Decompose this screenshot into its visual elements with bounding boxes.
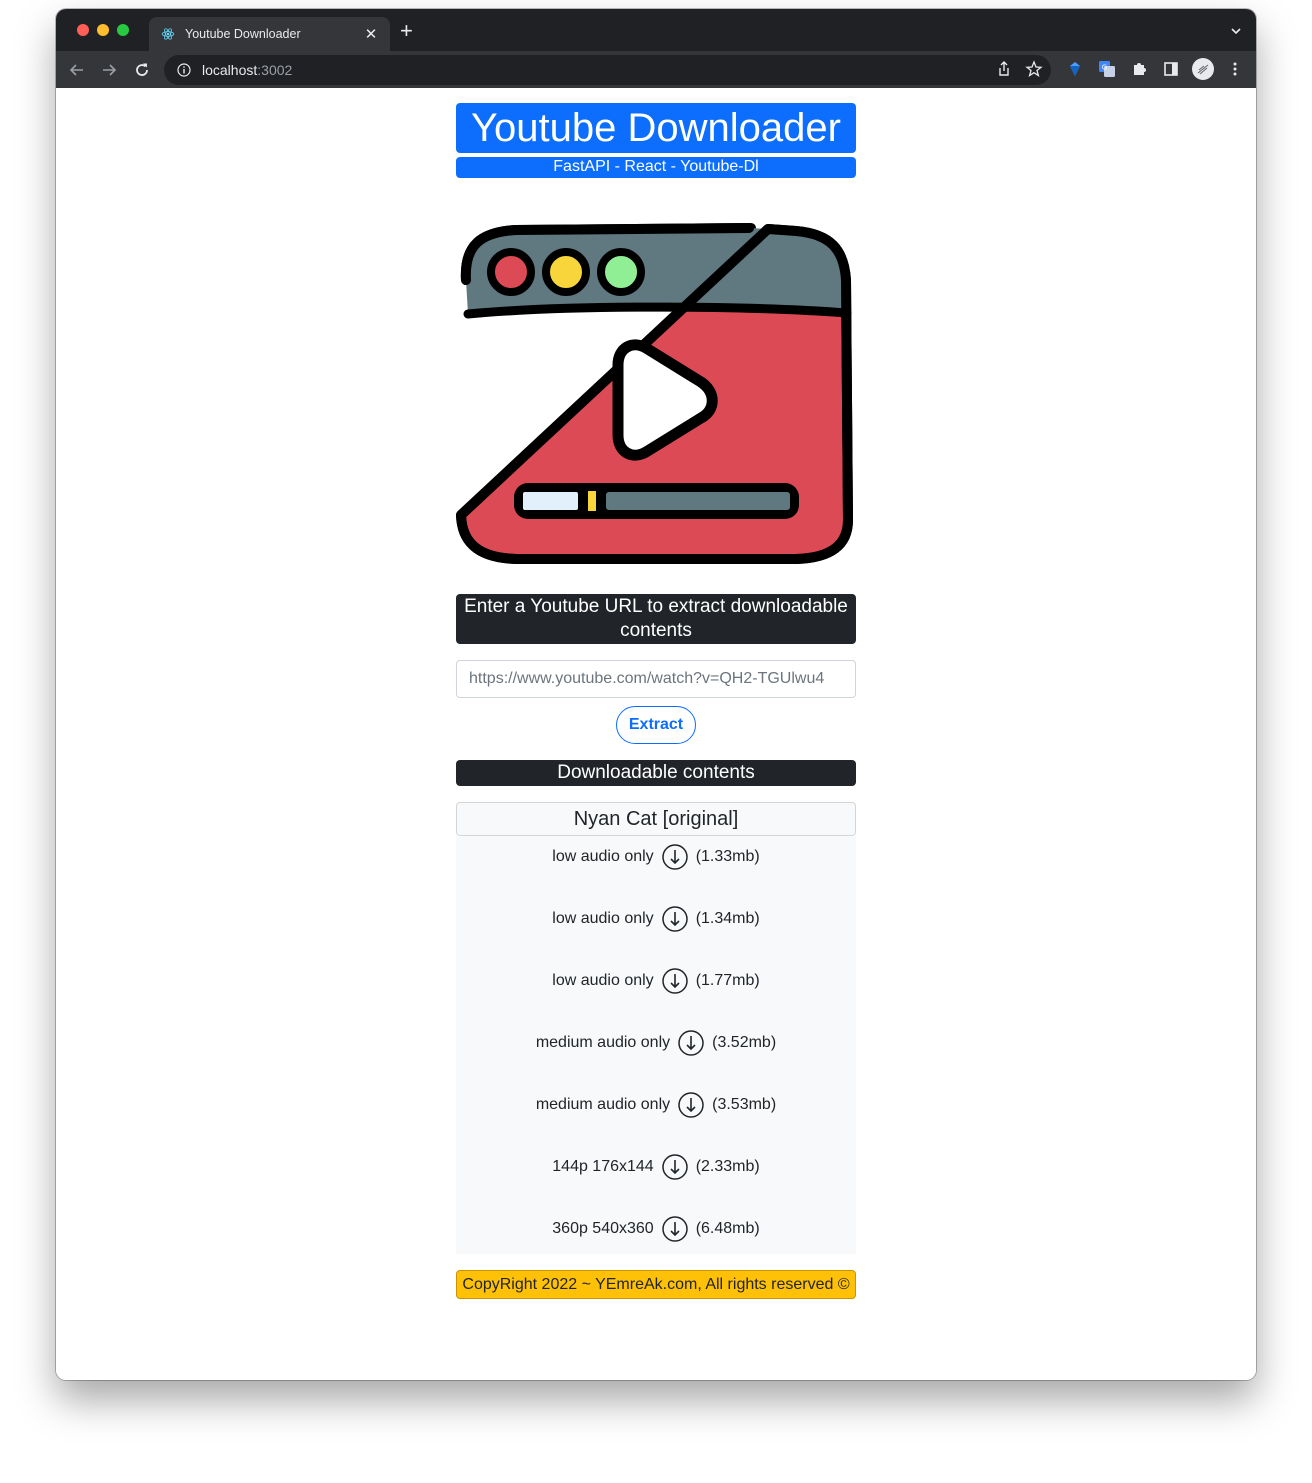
sidebar-icon[interactable] <box>1160 58 1182 80</box>
file-size: (2.33mb) <box>695 1158 760 1175</box>
page-subtitle: FastAPI - React - Youtube-Dl <box>456 157 856 178</box>
translate-icon[interactable]: G <box>1096 58 1118 80</box>
format-label: medium audio only <box>535 1096 671 1113</box>
file-size: (1.34mb) <box>695 910 760 927</box>
new-tab-button[interactable]: + <box>400 20 413 42</box>
forward-icon[interactable] <box>98 59 120 81</box>
info-icon[interactable] <box>176 62 192 78</box>
format-label: 144p 176x144 <box>552 1158 654 1175</box>
star-icon[interactable] <box>1025 60 1043 83</box>
video-title: Nyan Cat [original] <box>456 802 856 836</box>
extension-icon[interactable] <box>1064 58 1086 80</box>
download-list: low audio only (1.33mb) low audio only (… <box>456 836 856 1254</box>
menu-icon[interactable] <box>1224 58 1246 80</box>
browser-window: Youtube Downloader ✕ + localhost:3002 G … <box>56 9 1256 1380</box>
tab-title: Youtube Downloader <box>185 27 301 41</box>
file-size: (3.52mb) <box>712 1034 777 1051</box>
downloads-header: Downloadable contents <box>456 760 856 786</box>
maximize-window-button[interactable] <box>117 24 129 36</box>
page-viewport: Youtube Downloader FastAPI - React - You… <box>56 88 1256 1380</box>
format-label: low audio only <box>552 910 654 927</box>
file-size: (1.33mb) <box>695 848 760 865</box>
copyright-footer: CopyRight 2022 ~ YEmreAk.com, All rights… <box>456 1270 856 1299</box>
extract-button[interactable]: Extract <box>616 706 696 744</box>
profile-icon[interactable] <box>1192 58 1214 80</box>
puzzle-icon[interactable] <box>1128 58 1150 80</box>
file-size: (6.48mb) <box>695 1220 760 1237</box>
download-icon[interactable] <box>661 1215 688 1243</box>
tab-search-chevron-icon[interactable] <box>1230 24 1242 42</box>
download-icon[interactable] <box>678 1091 704 1119</box>
youtube-url-input[interactable] <box>456 660 856 698</box>
download-item: 360p 540x360 (6.48mb) <box>456 1214 856 1244</box>
download-item: low audio only (1.34mb) <box>456 904 856 934</box>
tab-close-icon[interactable]: ✕ <box>360 25 382 43</box>
tab-strip: Youtube Downloader ✕ + <box>56 9 1256 51</box>
page-title: Youtube Downloader <box>456 103 856 153</box>
download-icon[interactable] <box>661 967 688 995</box>
format-label: 360p 540x360 <box>552 1220 654 1237</box>
file-size: (3.53mb) <box>712 1096 777 1113</box>
download-icon[interactable] <box>661 905 688 933</box>
url-port: :3002 <box>257 62 293 78</box>
browser-toolbar: localhost:3002 G <box>56 51 1256 88</box>
share-icon[interactable] <box>995 60 1013 83</box>
download-item: medium audio only (3.53mb) <box>456 1090 856 1120</box>
reload-icon[interactable] <box>131 59 153 81</box>
download-icon[interactable] <box>661 1153 688 1181</box>
browser-tab[interactable]: Youtube Downloader ✕ <box>149 17 390 51</box>
url-host: localhost <box>202 62 258 78</box>
video-player-illustration <box>456 223 853 564</box>
address-bar[interactable]: localhost:3002 <box>164 55 1051 85</box>
instruction-banner: Enter a Youtube URL to extract downloada… <box>456 594 856 644</box>
close-window-button[interactable] <box>77 24 89 36</box>
react-icon <box>160 26 176 42</box>
back-icon[interactable] <box>66 59 88 81</box>
download-item: low audio only (1.33mb) <box>456 842 856 872</box>
download-icon[interactable] <box>678 1029 704 1057</box>
svg-text:G: G <box>1102 64 1107 72</box>
format-label: low audio only <box>552 848 654 865</box>
format-label: low audio only <box>552 972 654 989</box>
download-item: 144p 176x144 (2.33mb) <box>456 1152 856 1182</box>
file-size: (1.77mb) <box>695 972 760 989</box>
download-item: low audio only (1.77mb) <box>456 966 856 996</box>
minimize-window-button[interactable] <box>97 24 109 36</box>
download-icon[interactable] <box>661 843 688 871</box>
format-label: medium audio only <box>535 1034 671 1051</box>
url-text: localhost:3002 <box>202 62 292 78</box>
download-item: medium audio only (3.52mb) <box>456 1028 856 1058</box>
